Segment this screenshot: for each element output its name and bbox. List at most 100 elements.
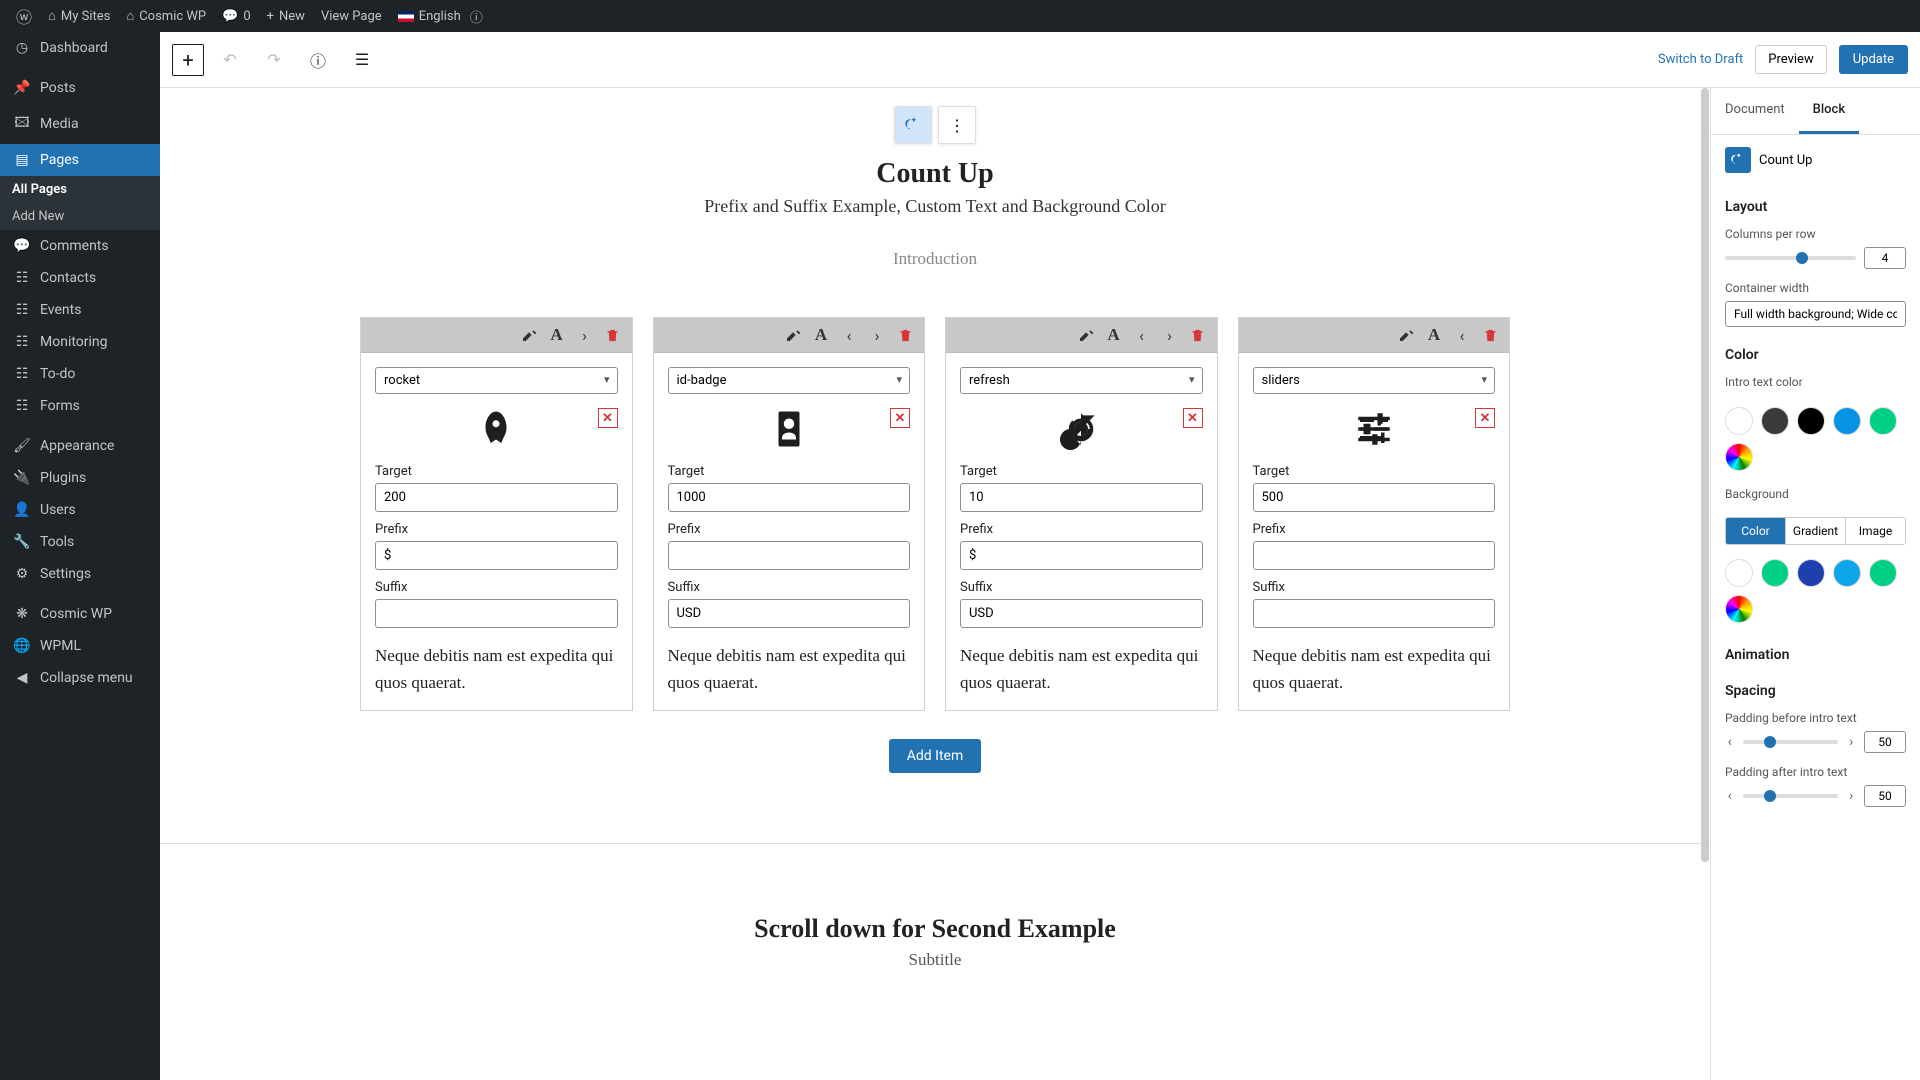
- pad-after-input[interactable]: [1864, 785, 1906, 807]
- block-more-button[interactable]: ⋮: [939, 107, 975, 143]
- switch-draft-link[interactable]: Switch to Draft: [1658, 52, 1743, 67]
- column-description[interactable]: Neque debitis nam est expedita qui quos …: [960, 642, 1203, 696]
- swatch-lblue[interactable]: [1833, 559, 1861, 587]
- panel-layout-title[interactable]: Layout: [1711, 185, 1920, 221]
- panel-animation-title[interactable]: Animation: [1711, 633, 1920, 669]
- remove-icon-button[interactable]: ✕: [1475, 408, 1495, 428]
- target-input[interactable]: [375, 483, 618, 512]
- sidebar-item-plugins[interactable]: 🔌Plugins: [0, 462, 160, 494]
- target-input[interactable]: [960, 483, 1203, 512]
- column-description[interactable]: Neque debitis nam est expedita qui quos …: [668, 642, 911, 696]
- pad-before-slider[interactable]: [1743, 740, 1839, 744]
- pad-after-prev[interactable]: ‹: [1725, 788, 1735, 804]
- panel-spacing-title[interactable]: Spacing: [1711, 669, 1920, 705]
- swatch-black[interactable]: [1797, 407, 1825, 435]
- sidebar-collapse[interactable]: ◀Collapse menu: [0, 662, 160, 694]
- column-description[interactable]: Neque debitis nam est expedita qui quos …: [375, 642, 618, 696]
- block-title[interactable]: Count Up: [160, 158, 1710, 190]
- sidebar-item-users[interactable]: 👤Users: [0, 494, 160, 526]
- view-page[interactable]: View Page: [313, 0, 390, 32]
- sidebar-item-events[interactable]: ☷Events: [0, 294, 160, 326]
- add-item-button[interactable]: Add Item: [889, 739, 982, 773]
- tab-document[interactable]: Document: [1711, 88, 1799, 134]
- sidebar-item-todo[interactable]: ☷To-do: [0, 358, 160, 390]
- delete-column-button[interactable]: [892, 322, 918, 348]
- swatch-white[interactable]: [1725, 559, 1753, 587]
- edit-text-button[interactable]: A: [1421, 322, 1447, 348]
- sidebar-item-posts[interactable]: 📌Posts: [0, 72, 160, 104]
- edit-style-button[interactable]: [1073, 322, 1099, 348]
- second-block-title[interactable]: Scroll down for Second Example: [160, 914, 1710, 944]
- edit-style-button[interactable]: [516, 322, 542, 348]
- block-intro-text[interactable]: Introduction: [160, 249, 1710, 269]
- pad-before-next[interactable]: ›: [1846, 734, 1856, 750]
- sidebar-sub-addnew[interactable]: Add New: [0, 203, 160, 230]
- swatch-green2[interactable]: [1869, 559, 1897, 587]
- move-right-button[interactable]: ›: [1157, 322, 1183, 348]
- new-content[interactable]: +New: [259, 0, 313, 32]
- swatch-blue[interactable]: [1833, 407, 1861, 435]
- sidebar-item-cosmic[interactable]: ❋Cosmic WP: [0, 598, 160, 630]
- container-width-select[interactable]: [1725, 301, 1906, 327]
- swatch-custom[interactable]: [1725, 443, 1753, 471]
- sidebar-item-wpml[interactable]: 🌐WPML: [0, 630, 160, 662]
- pad-before-prev[interactable]: ‹: [1725, 734, 1735, 750]
- move-right-button[interactable]: ›: [864, 322, 890, 348]
- move-right-button[interactable]: ›: [572, 322, 598, 348]
- seg-tab-color[interactable]: Color: [1726, 518, 1786, 544]
- swatch-dblue[interactable]: [1797, 559, 1825, 587]
- delete-column-button[interactable]: [1477, 322, 1503, 348]
- language-switch[interactable]: Englishⓘ: [390, 0, 491, 32]
- wp-logo[interactable]: ⓦ: [8, 0, 40, 32]
- swatch-dark[interactable]: [1761, 407, 1789, 435]
- delete-column-button[interactable]: [1185, 322, 1211, 348]
- remove-icon-button[interactable]: ✕: [1183, 408, 1203, 428]
- icon-select[interactable]: refresh: [960, 367, 1203, 394]
- sidebar-item-monitoring[interactable]: ☷Monitoring: [0, 326, 160, 358]
- swatch-green[interactable]: [1869, 407, 1897, 435]
- pad-before-input[interactable]: [1864, 731, 1906, 753]
- update-button[interactable]: Update: [1839, 45, 1908, 74]
- column-description[interactable]: Neque debitis nam est expedita qui quos …: [1253, 642, 1496, 696]
- swatch-custom[interactable]: [1725, 595, 1753, 623]
- edit-text-button[interactable]: A: [1101, 322, 1127, 348]
- cols-per-row-input[interactable]: [1864, 247, 1906, 269]
- pad-after-slider[interactable]: [1743, 794, 1839, 798]
- remove-icon-button[interactable]: ✕: [598, 408, 618, 428]
- panel-color-title[interactable]: Color: [1711, 333, 1920, 369]
- sidebar-item-contacts[interactable]: ☷Contacts: [0, 262, 160, 294]
- sidebar-item-pages[interactable]: ▤Pages: [0, 144, 160, 176]
- pad-after-next[interactable]: ›: [1846, 788, 1856, 804]
- move-left-button[interactable]: ‹: [836, 322, 862, 348]
- swatch-white[interactable]: [1725, 407, 1753, 435]
- outline-button[interactable]: ☰: [344, 42, 380, 78]
- suffix-input[interactable]: [1253, 599, 1496, 628]
- info-button[interactable]: ⓘ: [300, 42, 336, 78]
- sidebar-sub-allpages[interactable]: All Pages: [0, 176, 160, 203]
- block-subtitle[interactable]: Prefix and Suffix Example, Custom Text a…: [160, 196, 1710, 217]
- site-name[interactable]: ⌂Cosmic WP: [118, 0, 214, 32]
- sidebar-item-comments[interactable]: 💬Comments: [0, 230, 160, 262]
- prefix-input[interactable]: [375, 541, 618, 570]
- suffix-input[interactable]: [375, 599, 618, 628]
- move-left-button[interactable]: ‹: [1449, 322, 1475, 348]
- suffix-input[interactable]: [960, 599, 1203, 628]
- edit-text-button[interactable]: A: [544, 322, 570, 348]
- sidebar-item-settings[interactable]: ⚙Settings: [0, 558, 160, 590]
- my-sites[interactable]: ⌂My Sites: [40, 0, 118, 32]
- sidebar-item-media[interactable]: 🖾Media: [0, 104, 160, 144]
- seg-tab-gradient[interactable]: Gradient: [1786, 518, 1846, 544]
- delete-column-button[interactable]: [600, 322, 626, 348]
- editor-scrollbar[interactable]: [1700, 88, 1710, 1080]
- comments-count[interactable]: 💬0: [214, 0, 259, 32]
- prefix-input[interactable]: [960, 541, 1203, 570]
- prefix-input[interactable]: [1253, 541, 1496, 570]
- seg-tab-image[interactable]: Image: [1846, 518, 1905, 544]
- redo-button[interactable]: ↷: [256, 42, 292, 78]
- second-block-subtitle[interactable]: Subtitle: [160, 950, 1710, 970]
- edit-style-button[interactable]: [1393, 322, 1419, 348]
- undo-button[interactable]: ↶: [212, 42, 248, 78]
- target-input[interactable]: [1253, 483, 1496, 512]
- cols-per-row-slider[interactable]: [1725, 256, 1856, 260]
- target-input[interactable]: [668, 483, 911, 512]
